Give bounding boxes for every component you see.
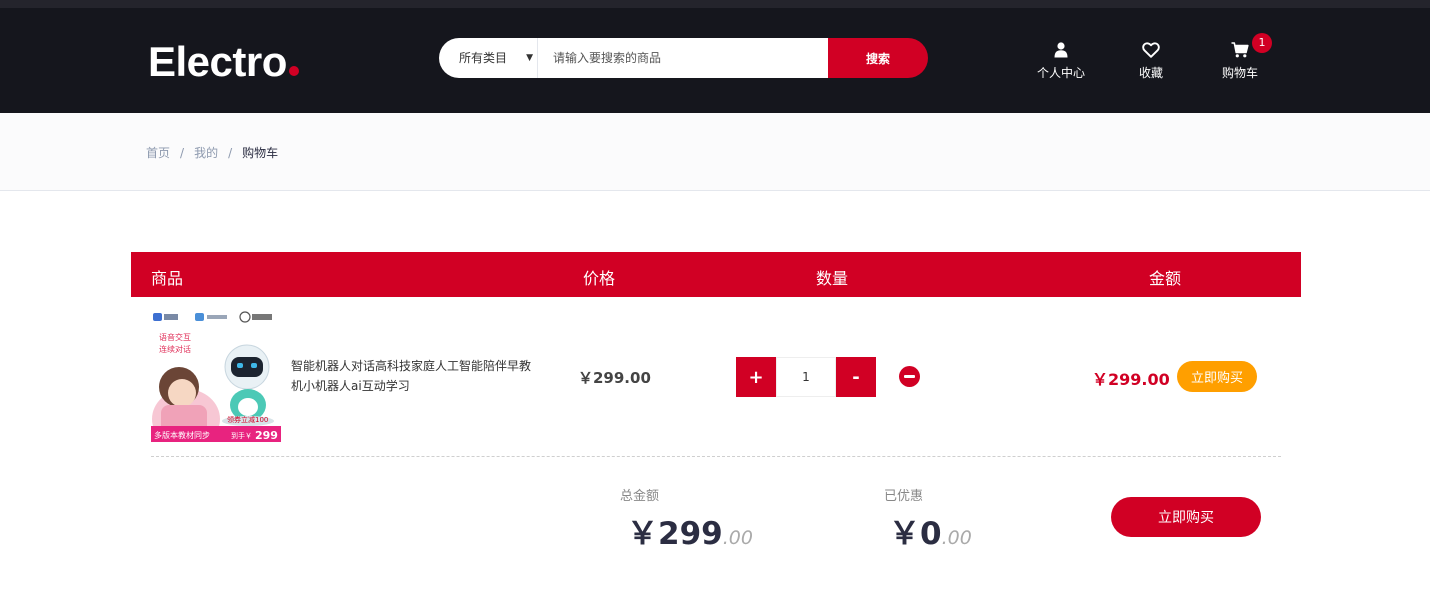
breadcrumb-current: 购物车 bbox=[242, 146, 279, 160]
quantity-input[interactable] bbox=[776, 357, 836, 397]
header-price: 价格 bbox=[583, 269, 616, 288]
user-center-label: 个人中心 bbox=[1036, 66, 1085, 80]
discount-value-main: ￥0 bbox=[889, 516, 942, 552]
thumb-price-num: 299 bbox=[255, 429, 278, 442]
breadcrumb-separator: / bbox=[228, 146, 233, 160]
quantity-increase-button[interactable]: + bbox=[736, 357, 776, 397]
search-bar: 所有类目 ▼ 搜索 bbox=[439, 38, 928, 78]
category-select-value: 所有类目 bbox=[459, 51, 508, 65]
discount-label: 已优惠 bbox=[884, 489, 924, 504]
header: Electro 所有类目 ▼ 搜索 个人中心 收藏 购物车 1 bbox=[0, 8, 1430, 113]
user-center-link[interactable]: 个人中心 bbox=[1036, 42, 1086, 81]
breadcrumb-home[interactable]: 首页 bbox=[146, 146, 170, 160]
thumb-tag-dialog: 连续对话 bbox=[159, 344, 191, 354]
top-strip bbox=[0, 0, 1430, 8]
thumb-tag-voice: 语音交互 bbox=[159, 332, 191, 342]
category-select[interactable]: 所有类目 ▼ bbox=[439, 38, 538, 78]
total-value-main: ￥299 bbox=[627, 516, 723, 552]
cart-item-row: 语音交互 连续对话 领券立减100 多版本教材同步 到手￥ 299 智能机器人对… bbox=[151, 297, 1281, 457]
header-quantity: 数量 bbox=[816, 269, 849, 288]
logo-dot bbox=[288, 66, 299, 76]
breadcrumb-band: 首页 / 我的 / 购物车 bbox=[0, 113, 1430, 191]
chevron-down-icon: ▼ bbox=[526, 53, 533, 63]
thumb-banner: 多版本教材同步 bbox=[154, 430, 210, 440]
thumb-coupon: 领券立减100 bbox=[227, 415, 268, 424]
total-label: 总金额 bbox=[620, 489, 660, 504]
cart-link[interactable]: 购物车 1 bbox=[1218, 33, 1272, 81]
thumb-price-tag: 到手￥ bbox=[231, 431, 252, 440]
checkout-button[interactable]: 立即购买 bbox=[1111, 497, 1261, 537]
header-amount: 金额 bbox=[1149, 269, 1182, 288]
cart-label: 购物车 bbox=[1221, 66, 1258, 80]
remove-item-icon[interactable] bbox=[899, 366, 920, 387]
favorites-link[interactable]: 收藏 bbox=[1130, 42, 1172, 81]
breadcrumb-separator: / bbox=[180, 146, 185, 160]
total-value: ￥299.00 bbox=[627, 508, 753, 553]
total-value-cents: .00 bbox=[722, 527, 753, 549]
product-price: ￥299.00 bbox=[578, 369, 651, 387]
search-button[interactable]: 搜索 bbox=[828, 38, 928, 78]
quantity-decrease-button[interactable]: - bbox=[836, 357, 876, 397]
discount-value-cents: .00 bbox=[941, 527, 972, 549]
breadcrumb: 首页 / 我的 / 购物车 bbox=[146, 144, 278, 161]
favorites-label: 收藏 bbox=[1138, 66, 1163, 80]
heart-icon bbox=[1130, 42, 1172, 60]
product-name[interactable]: 智能机器人对话高科技家庭人工智能陪伴早教机小机器人ai互动学习 bbox=[291, 356, 541, 396]
buy-now-item-button[interactable]: 立即购买 bbox=[1177, 361, 1257, 392]
logo[interactable]: Electro bbox=[148, 38, 299, 86]
search-input[interactable] bbox=[538, 38, 828, 78]
product-image[interactable]: 语音交互 连续对话 领券立减100 多版本教材同步 到手￥ 299 bbox=[151, 309, 281, 442]
discount-value: ￥0.00 bbox=[889, 508, 972, 553]
cart-table-header: 商品 价格 数量 金额 bbox=[131, 252, 1301, 297]
cart-count-badge: 1 bbox=[1252, 33, 1272, 53]
header-goods: 商品 bbox=[151, 269, 184, 288]
user-icon bbox=[1036, 42, 1086, 60]
breadcrumb-mine[interactable]: 我的 bbox=[194, 146, 218, 160]
row-amount: ￥299.00 bbox=[1092, 370, 1170, 389]
